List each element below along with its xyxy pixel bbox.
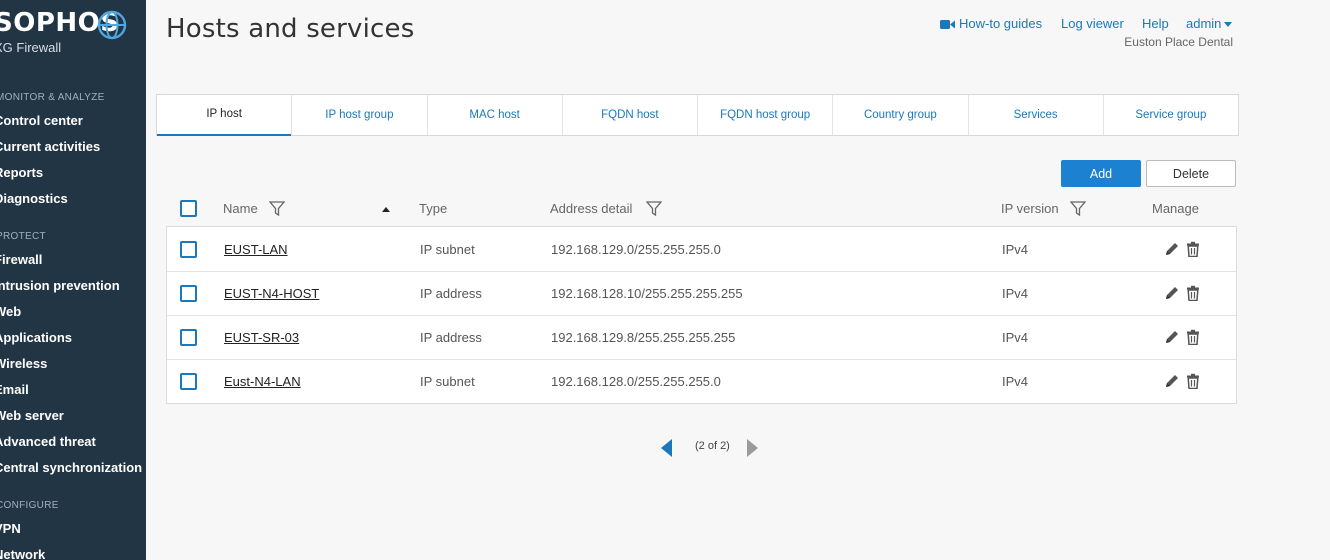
sidebar-item-wireless[interactable]: Wireless <box>0 356 47 371</box>
row-checkbox[interactable] <box>180 241 197 258</box>
organization-name: Euston Place Dental <box>1124 35 1233 49</box>
sidebar-item-control-center[interactable]: Control center <box>0 113 83 128</box>
row-checkbox[interactable] <box>180 285 197 302</box>
edit-pencil-icon[interactable] <box>1164 241 1180 257</box>
tab-services[interactable]: Services <box>969 95 1104 135</box>
sidebar-item-firewall[interactable]: Firewall <box>0 252 42 267</box>
host-type: IP address <box>420 286 482 301</box>
host-ip-version: IPv4 <box>1002 330 1029 345</box>
video-camera-icon <box>940 20 955 30</box>
host-address: 192.168.129.0/255.255.255.0 <box>551 242 721 257</box>
table-row: EUST-LAN IP subnet 192.168.129.0/255.255… <box>167 227 1236 272</box>
column-header-type: Type <box>419 201 448 216</box>
sidebar: SOPHOS XG Firewall MONITOR & ANALYZE Con… <box>0 0 146 560</box>
sidebar-item-vpn[interactable]: VPN <box>0 521 21 536</box>
host-address: 192.168.128.0/255.255.255.0 <box>551 374 721 389</box>
tab-country-group[interactable]: Country group <box>833 95 969 135</box>
column-header-ip-version[interactable]: IP version <box>1001 201 1059 216</box>
tab-mac-host[interactable]: MAC host <box>428 95 563 135</box>
sidebar-section-monitor: MONITOR & ANALYZE <box>0 92 105 103</box>
delete-trash-icon[interactable] <box>1185 373 1201 389</box>
help-link[interactable]: Help <box>1142 16 1169 31</box>
host-name-link[interactable]: EUST-LAN <box>224 242 288 257</box>
sidebar-item-email[interactable]: Email <box>0 382 29 397</box>
filter-icon[interactable] <box>1070 201 1086 216</box>
edit-pencil-icon[interactable] <box>1164 329 1180 345</box>
filter-icon[interactable] <box>269 201 285 216</box>
log-viewer-link[interactable]: Log viewer <box>1061 16 1124 31</box>
globe-icon <box>97 10 127 40</box>
sidebar-section-protect: PROTECT <box>0 231 46 242</box>
sort-ascending-icon[interactable] <box>382 207 390 212</box>
sidebar-item-central-synchronization[interactable]: Central synchronization <box>0 460 142 475</box>
page-indicator: (2 of 2) <box>695 440 730 452</box>
sidebar-item-web-server[interactable]: Web server <box>0 408 64 423</box>
table-row: Eust-N4-LAN IP subnet 192.168.128.0/255.… <box>167 359 1236 403</box>
delete-trash-icon[interactable] <box>1185 285 1201 301</box>
table-row: EUST-SR-03 IP address 192.168.129.8/255.… <box>167 315 1236 360</box>
host-name-link[interactable]: EUST-N4-HOST <box>224 286 319 301</box>
row-checkbox[interactable] <box>180 373 197 390</box>
add-button[interactable]: Add <box>1061 160 1141 187</box>
sidebar-item-applications[interactable]: Applications <box>0 330 72 345</box>
host-name-link[interactable]: Eust-N4-LAN <box>224 374 301 389</box>
filter-icon[interactable] <box>646 201 662 216</box>
tab-ip-host[interactable]: IP host <box>157 95 293 136</box>
column-header-manage: Manage <box>1152 201 1199 216</box>
chevron-down-icon <box>1224 22 1233 28</box>
host-address: 192.168.128.10/255.255.255.255 <box>551 286 743 301</box>
previous-page-arrow-icon[interactable] <box>661 439 672 457</box>
column-header-address-detail[interactable]: Address detail <box>550 201 632 216</box>
select-all-checkbox[interactable] <box>180 200 197 217</box>
edit-pencil-icon[interactable] <box>1164 285 1180 301</box>
admin-label: admin <box>1186 16 1222 31</box>
sidebar-item-web[interactable]: Web <box>0 304 21 319</box>
edit-pencil-icon[interactable] <box>1164 373 1180 389</box>
sidebar-item-current-activities[interactable]: Current activities <box>0 139 100 154</box>
host-type: IP subnet <box>420 242 475 257</box>
host-name-link[interactable]: EUST-SR-03 <box>224 330 299 345</box>
sidebar-item-reports[interactable]: Reports <box>0 165 43 180</box>
host-address: 192.168.129.8/255.255.255.255 <box>551 330 736 345</box>
tab-fqdn-host-group[interactable]: FQDN host group <box>698 95 834 135</box>
sidebar-item-intrusion-prevention[interactable]: Intrusion prevention <box>0 278 120 293</box>
admin-menu[interactable]: admin <box>1186 16 1233 31</box>
sidebar-item-network[interactable]: Network <box>0 547 45 560</box>
sidebar-item-diagnostics[interactable]: Diagnostics <box>0 191 68 206</box>
next-page-arrow-icon[interactable] <box>747 439 758 457</box>
row-checkbox[interactable] <box>180 329 197 346</box>
tab-fqdn-host[interactable]: FQDN host <box>563 95 698 135</box>
tab-ip-host-group[interactable]: IP host group <box>292 95 428 135</box>
tab-service-group[interactable]: Service group <box>1104 95 1238 135</box>
table-row: EUST-N4-HOST IP address 192.168.128.10/2… <box>167 271 1236 316</box>
delete-trash-icon[interactable] <box>1185 241 1201 257</box>
host-ip-version: IPv4 <box>1002 242 1029 257</box>
tab-bar: IP host IP host group MAC host FQDN host… <box>156 94 1239 136</box>
product-name: XG Firewall <box>0 40 62 55</box>
howto-guides-label: How-to guides <box>959 16 1043 31</box>
howto-guides-link[interactable]: How-to guides <box>940 16 1042 31</box>
sidebar-item-advanced-threat[interactable]: Advanced threat <box>0 434 96 449</box>
page-title: Hosts and services <box>166 14 415 44</box>
delete-trash-icon[interactable] <box>1185 329 1201 345</box>
sidebar-section-configure: CONFIGURE <box>0 500 59 511</box>
host-ip-version: IPv4 <box>1002 286 1029 301</box>
hosts-table: EUST-LAN IP subnet 192.168.129.0/255.255… <box>166 226 1237 404</box>
host-ip-version: IPv4 <box>1002 374 1029 389</box>
column-header-name[interactable]: Name <box>223 201 258 216</box>
host-type: IP address <box>420 330 482 345</box>
delete-button[interactable]: Delete <box>1146 160 1236 187</box>
host-type: IP subnet <box>420 374 475 389</box>
